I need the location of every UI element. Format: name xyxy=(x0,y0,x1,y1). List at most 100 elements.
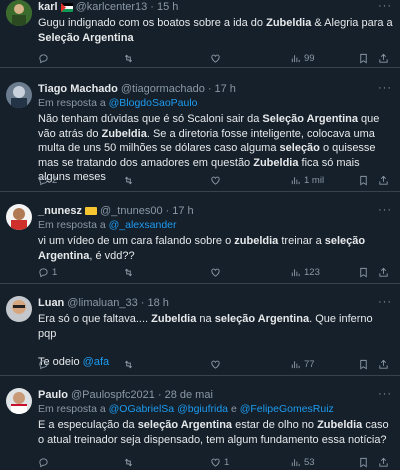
reply-context: Em resposta a @_alexsander xyxy=(38,218,394,232)
author-handle[interactable]: @tiagormachado xyxy=(121,82,205,96)
timestamp[interactable]: 18 h xyxy=(147,296,168,310)
tweet-text-segment: E a especulação da xyxy=(38,419,138,431)
timestamp[interactable]: 17 h xyxy=(172,204,193,218)
tweet-actions: 2 1 mil xyxy=(38,174,394,186)
highlighted-keyword: Zubeldia xyxy=(101,127,147,140)
tweet-text: E a especulação da seleção Argentina est… xyxy=(38,418,394,447)
reply-conjunction: e xyxy=(230,403,237,415)
reply-icon xyxy=(39,175,48,185)
tweet[interactable]: karl @karlcenter13 · 15 h ··· Gugu indig… xyxy=(0,0,400,68)
reply-count: 2 xyxy=(52,174,58,186)
tweet-header: Paulo @Paulospfc2021 · 28 de mai xyxy=(38,388,394,402)
share-button[interactable] xyxy=(378,359,389,370)
reply-button[interactable]: 1 xyxy=(38,267,57,278)
reply-prefix: Em resposta a xyxy=(38,219,106,231)
views-button[interactable]: 1 mil xyxy=(290,175,324,186)
author-name[interactable]: karl xyxy=(38,0,58,14)
author-handle[interactable]: @karlcenter13 xyxy=(76,0,148,14)
retweet-button[interactable] xyxy=(123,175,137,186)
more-icon[interactable]: ··· xyxy=(378,0,392,12)
views-button[interactable]: 77 xyxy=(290,359,315,370)
tweet-actions: 99 xyxy=(38,52,394,64)
bookmark-button[interactable] xyxy=(358,359,369,370)
retweet-icon xyxy=(124,176,133,184)
bookmark-button[interactable] xyxy=(358,457,369,468)
bookmark-button[interactable] xyxy=(358,267,369,278)
share-button[interactable] xyxy=(378,175,389,186)
views-count: 123 xyxy=(304,266,320,278)
reply-icon xyxy=(39,267,48,277)
like-button[interactable] xyxy=(210,267,224,278)
retweet-button[interactable] xyxy=(123,267,137,278)
retweet-icon xyxy=(124,54,133,62)
author-name[interactable]: Paulo xyxy=(38,388,68,402)
highlighted-keyword: Zubeldia xyxy=(151,313,197,325)
author-handle[interactable]: @limaluan_33 xyxy=(67,296,138,310)
views-button[interactable]: 53 xyxy=(290,457,315,468)
reply-handle-link[interactable]: @BlogdoSaoPaulo xyxy=(109,97,198,109)
highlighted-keyword: Zubeldia xyxy=(317,419,363,431)
highlighted-keyword: zubeldia xyxy=(234,235,279,247)
reply-handle-link[interactable]: @FelipeGomesRuiz xyxy=(240,403,334,415)
retweet-button[interactable] xyxy=(123,359,137,370)
reply-button[interactable] xyxy=(38,359,52,370)
bookmark-icon xyxy=(360,359,367,369)
reply-handle-link[interactable]: @_alexsander xyxy=(109,219,177,231)
reply-prefix: Em resposta a xyxy=(38,97,106,109)
tweet-header: _nunesz @_tnunes00 · 17 h xyxy=(38,204,394,218)
avatar[interactable] xyxy=(6,296,32,322)
more-icon[interactable]: ··· xyxy=(378,388,392,400)
author-name[interactable]: Luan xyxy=(38,296,64,310)
bookmark-button[interactable] xyxy=(358,175,369,186)
like-button[interactable]: 1 xyxy=(210,457,229,468)
reply-icon xyxy=(39,359,48,369)
separator-dot: · xyxy=(165,205,170,217)
tweet[interactable]: Luan @limaluan_33 · 18 h ··· Era só o qu… xyxy=(0,284,400,376)
tweet[interactable]: _nunesz @_tnunes00 · 17 h ··· Em respost… xyxy=(0,192,400,284)
separator-dot: · xyxy=(140,297,145,309)
author-name[interactable]: _nunesz xyxy=(38,204,82,218)
bookmark-icon xyxy=(360,175,367,185)
more-icon[interactable]: ··· xyxy=(378,82,392,94)
more-icon[interactable]: ··· xyxy=(378,204,392,216)
share-icon xyxy=(379,175,388,185)
tweet-text: Gugu indignado com os boatos sobre a ida… xyxy=(38,16,394,45)
like-button[interactable] xyxy=(210,359,224,370)
views-count: 1 mil xyxy=(304,174,325,186)
avatar[interactable] xyxy=(6,82,32,108)
retweet-button[interactable] xyxy=(123,53,137,64)
timestamp[interactable]: 15 h xyxy=(157,0,178,14)
reply-handle-link[interactable]: @bgiufrida xyxy=(177,403,228,415)
reply-button[interactable] xyxy=(38,457,52,468)
avatar[interactable] xyxy=(6,0,32,26)
share-button[interactable] xyxy=(378,53,389,64)
highlighted-keyword: Zubeldia xyxy=(253,156,299,169)
author-handle[interactable]: @_tnunes00 xyxy=(100,204,163,218)
reply-button[interactable] xyxy=(38,53,52,64)
retweet-button[interactable] xyxy=(123,457,137,468)
share-button[interactable] xyxy=(378,457,389,468)
timestamp[interactable]: 17 h xyxy=(214,82,235,96)
like-button[interactable] xyxy=(210,53,224,64)
share-button[interactable] xyxy=(378,267,389,278)
tweet[interactable]: Tiago Machado @tiagormachado · 17 h ··· … xyxy=(0,68,400,192)
reply-handle-link[interactable]: @OGabrielSa xyxy=(109,403,175,415)
tweet[interactable]: Paulo @Paulospfc2021 · 28 de mai ··· Em … xyxy=(0,376,400,470)
avatar[interactable] xyxy=(6,204,32,230)
author-handle[interactable]: @Paulospfc2021 xyxy=(71,388,155,402)
views-count: 77 xyxy=(304,358,315,370)
like-icon xyxy=(211,360,220,369)
views-button[interactable]: 99 xyxy=(290,53,315,64)
like-icon xyxy=(211,458,220,467)
timestamp[interactable]: 28 de mai xyxy=(165,388,213,402)
views-button[interactable]: 123 xyxy=(290,267,320,278)
reply-button[interactable]: 2 xyxy=(38,175,57,186)
retweet-icon xyxy=(124,458,133,466)
bookmark-button[interactable] xyxy=(358,53,369,64)
author-name[interactable]: Tiago Machado xyxy=(38,82,118,96)
separator-dot: · xyxy=(150,1,154,13)
avatar[interactable] xyxy=(6,388,32,414)
more-icon[interactable]: ··· xyxy=(378,296,392,308)
separator-dot: · xyxy=(207,83,212,95)
like-button[interactable] xyxy=(210,175,224,186)
